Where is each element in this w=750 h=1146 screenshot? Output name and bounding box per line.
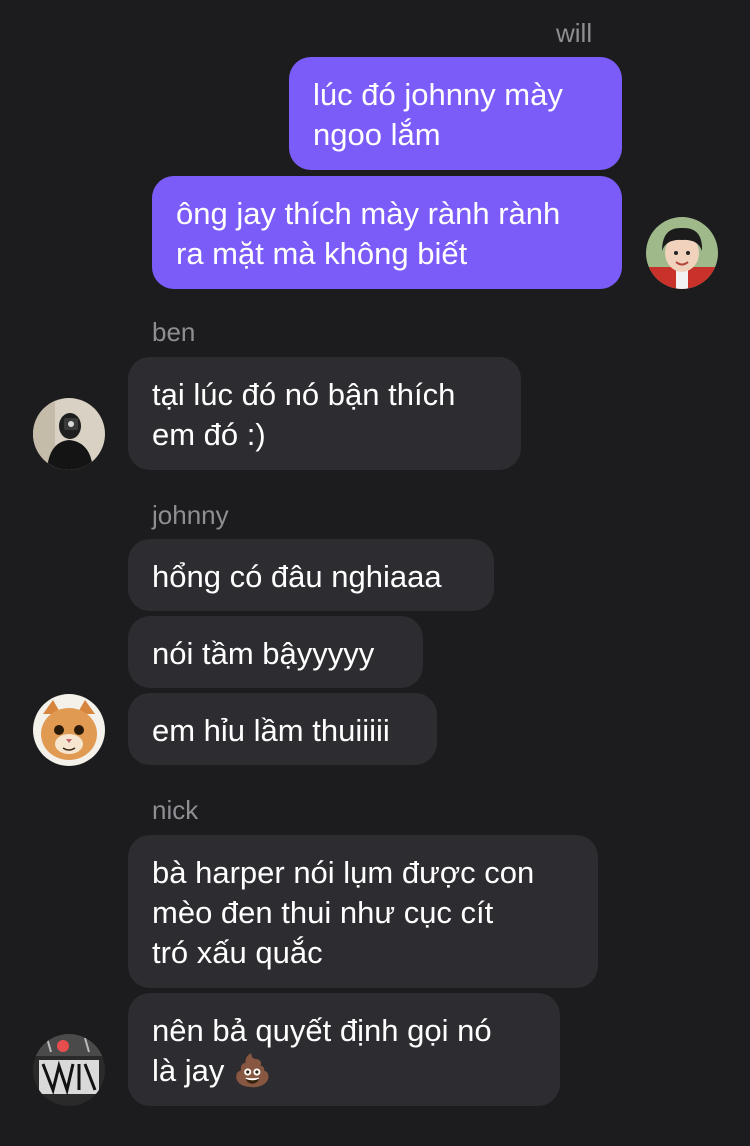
sender-name-nick: nick [152,795,199,825]
message-bubble[interactable]: bà harper nói lụm được con mèo đen thui … [128,835,598,988]
avatar-will[interactable] [646,217,718,289]
avatar-nick[interactable] [33,1034,105,1106]
avatar-ben-image [33,398,105,470]
avatar-will-image [646,217,718,289]
message-bubble[interactable]: hổng có đâu nghiaaa [128,539,494,611]
message-bubble[interactable]: nói tầm bậyyyyy [128,616,423,688]
avatar-ben[interactable] [33,398,105,470]
sender-name-will: will [556,18,593,48]
sender-name-johnny: johnny [152,500,229,530]
message-bubble[interactable]: nên bả quyết định gọi nó là jay 💩 [128,993,560,1106]
avatar-nick-image [33,1034,105,1106]
message-bubble[interactable]: ông jay thích mày rành rành ra mặt mà kh… [152,176,622,289]
message-bubble[interactable]: lúc đó johnny mày ngoo lắm [289,57,622,170]
avatar-johnny[interactable] [33,694,105,766]
avatar-johnny-image [33,694,105,766]
message-bubble[interactable]: tại lúc đó nó bận thích em đó :) [128,357,521,470]
sender-name-ben: ben [152,317,196,347]
message-bubble[interactable]: em hỉu lầm thuiiiii [128,693,437,765]
